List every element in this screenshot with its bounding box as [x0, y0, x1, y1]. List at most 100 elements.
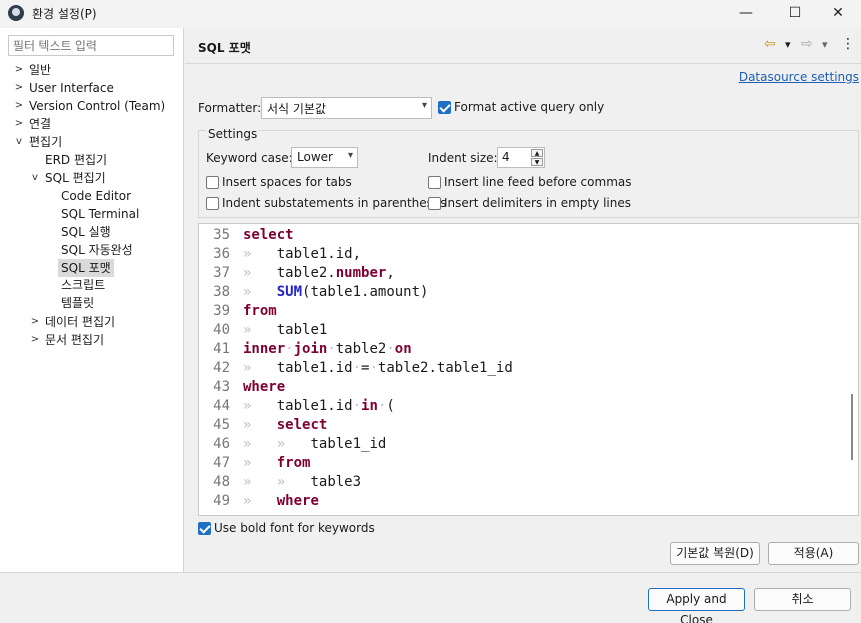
line-number: 43: [213, 379, 230, 395]
keyword-case-select[interactable]: Lower ▾: [291, 147, 358, 168]
tree-item-connections[interactable]: 연결: [29, 115, 51, 133]
code-text: table1.id: [276, 360, 353, 376]
restore-defaults-button[interactable]: 기본값 복원(D): [670, 542, 760, 565]
code-text: table1_id: [310, 436, 387, 452]
expand-data-editor-icon[interactable]: >: [30, 316, 40, 327]
code-text: table1: [276, 322, 328, 338]
tree-item-templates[interactable]: 템플릿: [61, 294, 94, 312]
tree-item-sql-editor[interactable]: SQL 편집기: [45, 169, 106, 187]
tree-item-doc-editor[interactable]: 문서 편집기: [45, 331, 104, 349]
expand-vc-icon[interactable]: >: [14, 100, 24, 111]
indent-substatements-label: Indent substatements in parentheses: [222, 196, 447, 210]
keyword: on: [394, 341, 412, 357]
tree-item-version-control[interactable]: Version Control (Team): [29, 97, 165, 115]
chevron-down-icon: ▾: [421, 100, 427, 111]
keyword: join: [293, 341, 328, 357]
expand-doc-editor-icon[interactable]: >: [30, 334, 40, 345]
maximize-button[interactable]: ☐: [772, 0, 818, 27]
keyword: from: [243, 303, 277, 319]
line-number: 41: [213, 341, 230, 357]
window-title: 환경 설정(P): [32, 7, 97, 21]
indent-size-label: Indent size:: [428, 151, 498, 165]
keyword: where: [276, 493, 319, 509]
page-title: SQL 포맷: [198, 41, 251, 55]
keyword-case-value: Lower: [297, 150, 333, 164]
expand-ui-icon[interactable]: >: [14, 82, 24, 93]
line-number: 49: [213, 493, 230, 509]
code-text: table1.id: [276, 398, 353, 414]
bold-keywords-label: Use bold font for keywords: [214, 521, 375, 535]
tree-item-sql-terminal[interactable]: SQL Terminal: [61, 205, 139, 223]
code-text: table3: [310, 474, 362, 490]
tab-marker: »: [243, 398, 252, 414]
apply-and-close-button[interactable]: Apply and Close: [648, 588, 745, 623]
keyword-case-label: Keyword case:: [206, 151, 293, 165]
line-number: 36: [213, 246, 230, 262]
tree-item-scripts[interactable]: 스크립트: [61, 276, 105, 294]
insert-spaces-checkbox[interactable]: [206, 176, 219, 189]
tree-item-sql-autocomplete[interactable]: SQL 자동완성: [61, 241, 133, 259]
back-arrow-icon[interactable]: ⇦: [764, 36, 776, 52]
tree-item-sql-execute[interactable]: SQL 실행: [61, 223, 111, 241]
tree-item-erd-editor[interactable]: ERD 편집기: [45, 151, 107, 169]
tab-marker: »: [243, 493, 252, 509]
keyword: where: [243, 379, 286, 395]
indent-substatements-checkbox[interactable]: [206, 197, 219, 210]
filter-input[interactable]: [8, 35, 174, 56]
back-history-chevron-icon[interactable]: ▾: [785, 38, 791, 51]
format-active-only-label: Format active query only: [454, 100, 605, 114]
format-active-only-checkbox[interactable]: [438, 101, 451, 114]
view-menu-icon[interactable]: ⋮: [841, 36, 855, 52]
indent-size-spinner[interactable]: 4 ▲ ▼: [497, 147, 545, 168]
forward-arrow-icon[interactable]: ⇨: [801, 36, 813, 52]
expand-general-icon[interactable]: >: [14, 64, 24, 75]
minimize-button[interactable]: —: [723, 0, 769, 27]
line-number: 42: [213, 360, 230, 376]
collapse-editors-icon[interactable]: v: [14, 136, 24, 147]
line-number: 40: [213, 322, 230, 338]
tree-item-general[interactable]: 일반: [29, 61, 51, 79]
editor-scrollbar[interactable]: [851, 394, 853, 460]
indent-size-value: 4: [502, 150, 510, 164]
line-number: 35: [213, 227, 230, 243]
code-text: table1.id,: [276, 246, 362, 262]
keyword: select: [243, 227, 294, 243]
tree-item-user-interface[interactable]: User Interface: [29, 79, 114, 97]
keyword: in: [361, 398, 378, 414]
tree-item-code-editor[interactable]: Code Editor: [61, 187, 131, 205]
tree-item-editors[interactable]: 편집기: [29, 133, 62, 151]
tab-marker: »: [243, 246, 252, 262]
bold-keywords-checkbox[interactable]: [198, 522, 211, 535]
tab-marker: »: [276, 436, 286, 452]
line-feed-commas-checkbox[interactable]: [428, 176, 441, 189]
expand-connections-icon[interactable]: >: [14, 118, 24, 129]
delimiters-empty-checkbox[interactable]: [428, 197, 441, 210]
code-text: ,: [386, 265, 395, 281]
forward-history-chevron-icon[interactable]: ▾: [822, 38, 828, 51]
tab-marker: »: [243, 436, 252, 452]
settings-group: Settings Keyword case: Lower ▾ Indent si…: [198, 127, 859, 218]
line-number: 47: [213, 455, 230, 471]
sql-preview-editor[interactable]: 35 select 36 » table1.id, 37 » table2.numbe…: [198, 223, 859, 516]
spin-up-icon[interactable]: ▲: [531, 149, 543, 157]
line-number: 44: [213, 398, 230, 414]
formatter-select[interactable]: 서식 기본값 ▾: [261, 97, 432, 119]
dialog-footer: Apply and Close 취소: [0, 572, 861, 623]
tab-marker: »: [276, 474, 286, 490]
code-text: (: [386, 398, 395, 414]
tab-marker: »: [243, 417, 252, 433]
cancel-button[interactable]: 취소: [754, 588, 851, 611]
apply-button[interactable]: 적용(A): [768, 542, 859, 565]
tree-item-sql-format[interactable]: SQL 포맷: [58, 259, 114, 277]
formatter-label: Formatter:: [198, 101, 262, 115]
collapse-sql-editor-icon[interactable]: v: [30, 172, 40, 183]
spin-down-icon[interactable]: ▼: [531, 158, 543, 166]
space-marker: ·: [352, 360, 362, 376]
line-number: 38: [213, 284, 230, 300]
preferences-tree-pane: > 일반 > User Interface > Version Control …: [0, 28, 184, 572]
close-button[interactable]: ✕: [815, 0, 861, 27]
datasource-settings-link[interactable]: Datasource settings: [739, 70, 859, 84]
space-marker: ·: [386, 341, 395, 357]
tree-item-data-editor[interactable]: 데이터 편집기: [45, 313, 115, 331]
line-number: 37: [213, 265, 230, 281]
